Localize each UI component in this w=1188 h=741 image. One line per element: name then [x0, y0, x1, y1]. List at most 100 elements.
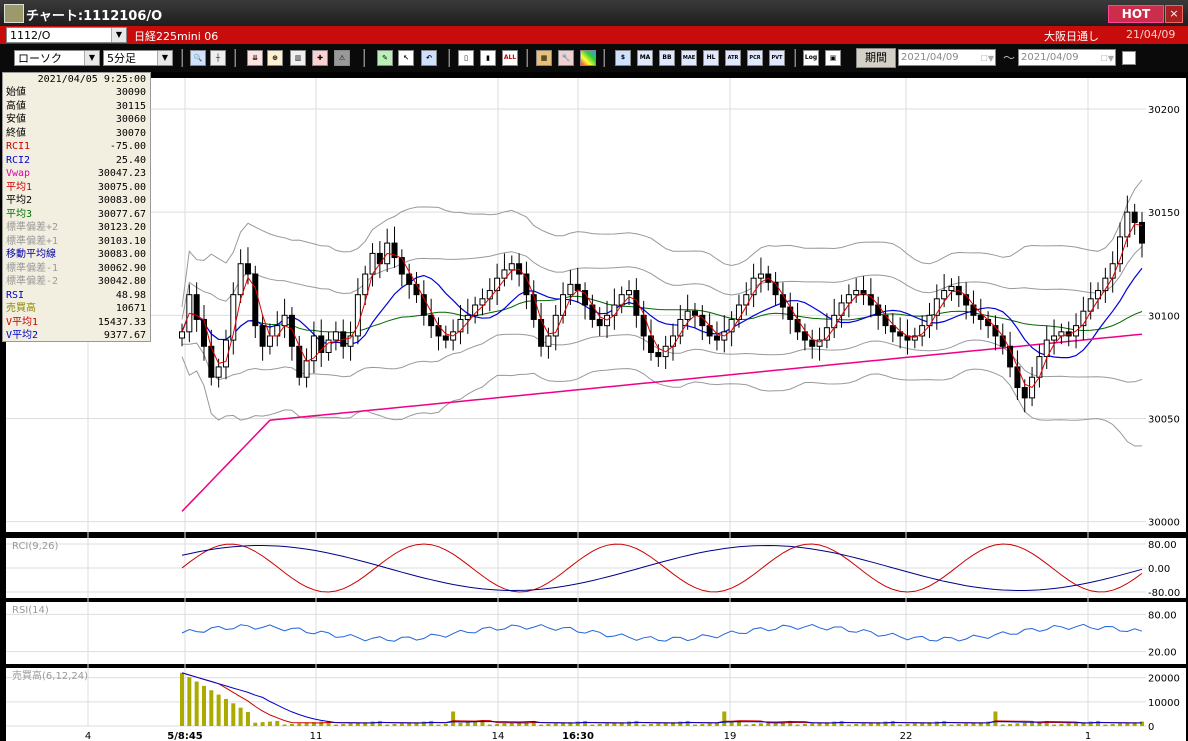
symbol-select[interactable]: 1112/O ▼ — [6, 27, 127, 43]
volume-bar — [898, 724, 903, 726]
data-window-label: V平均2 — [6, 330, 39, 341]
lattice-icon[interactable]: ▦ — [536, 50, 552, 66]
log-icon[interactable]: Log — [803, 50, 819, 66]
volume-bar — [553, 723, 558, 726]
hl-icon[interactable]: HL — [703, 50, 719, 66]
chart-add-icon[interactable]: ✚ — [312, 50, 328, 66]
volume-panel-label: 売買高(6,12,24) — [12, 669, 88, 682]
time-tick-label: 1 — [1085, 731, 1091, 741]
toolbar-separator — [234, 49, 236, 67]
period-checkbox[interactable] — [1122, 51, 1136, 65]
chart-type-select[interactable]: ローソク ▼ — [14, 50, 100, 66]
atr-icon[interactable]: ATR — [725, 50, 741, 66]
chart-area[interactable]: 30200 30150 30100 30050 30000 4 5/8:45 11 14 16:3… — [0, 72, 1188, 741]
candle-body — [310, 335, 317, 362]
data-window: 2021/04/05 9:25:00 始値 30090 高値 30115 安値 30060… — [2, 72, 151, 342]
volume-bar — [751, 723, 756, 726]
date-to-field[interactable]: 2021/04/09 ☐▼ — [1018, 49, 1116, 66]
bars-icon[interactable]: ▥ — [290, 50, 306, 66]
toolbar-separator — [603, 49, 605, 67]
interval-value: 5分足 — [107, 52, 136, 65]
volume-bar — [1052, 724, 1057, 726]
volume-panel — [6, 668, 1146, 726]
volume-bar — [1008, 723, 1013, 726]
chart-toolbar: ローソク ▼ 5分足 ▼ 🔍 ┼ ⇊ ⊕ ▥ ✚ ⚠ ✎ ↖ ↶ ▯ ▮ ALL… — [0, 44, 1188, 72]
data-window-value: 30083.00 — [97, 249, 146, 260]
candle-body — [530, 294, 537, 320]
data-window-row: 標準偏差+2 30123.20 — [3, 221, 150, 235]
mae-icon[interactable]: MAE — [681, 50, 697, 66]
calendar-dropdown-icon[interactable]: ☐▼ — [1092, 51, 1114, 64]
volume-bar — [458, 722, 463, 726]
volume-bar — [377, 720, 382, 726]
hot-button[interactable]: HOT — [1108, 5, 1164, 23]
palette-icon[interactable] — [580, 50, 596, 66]
toolbar-separator — [448, 49, 450, 67]
warning-icon[interactable]: ⚠ — [334, 50, 350, 66]
data-window-row: V平均2 9377.67 — [3, 329, 150, 343]
volume-bar — [297, 723, 302, 726]
ma-icon[interactable]: MA — [637, 50, 653, 66]
data-window-row: 平均2 30083.00 — [3, 194, 150, 208]
volume-bar — [956, 723, 961, 726]
export-icon[interactable]: ▣ — [825, 50, 841, 66]
candle-body — [669, 335, 676, 347]
candle-body — [376, 252, 383, 265]
chevron-down-icon[interactable]: ▼ — [111, 28, 126, 42]
candle-body — [779, 294, 786, 308]
candle-body — [252, 273, 259, 327]
date-from-field[interactable]: 2021/04/09 ☐▼ — [898, 49, 996, 66]
bb-icon[interactable]: BB — [659, 50, 675, 66]
data-window-value: 30075.00 — [97, 181, 146, 193]
volume-bar — [964, 723, 969, 726]
candle-body — [508, 263, 515, 271]
all-icon[interactable]: ALL — [502, 50, 518, 66]
data-window-row: 標準偏差+1 30103.10 — [3, 235, 150, 249]
wrench-icon[interactable]: 🔧 — [558, 50, 574, 66]
period-button[interactable]: 期間 — [856, 48, 896, 68]
data-window-value: 25.40 — [115, 154, 146, 166]
volume-bar — [348, 723, 353, 726]
price-icon[interactable]: $ — [615, 50, 631, 66]
volume-tick-label: 0 — [1148, 722, 1154, 733]
crosshair-icon[interactable]: ┼ — [210, 50, 226, 66]
candle-body — [354, 294, 361, 337]
volume-bar — [341, 723, 346, 726]
volume-bar — [216, 694, 221, 726]
search-icon[interactable]: 🔍 — [190, 50, 206, 66]
depth-icon[interactable]: ⇊ — [247, 50, 263, 66]
calendar-dropdown-icon[interactable]: ☐▼ — [972, 51, 994, 64]
toolbar-separator — [363, 49, 365, 67]
close-button[interactable]: × — [1165, 5, 1183, 23]
pcr-icon[interactable]: PCR — [747, 50, 763, 66]
chevron-down-icon[interactable]: ▼ — [84, 51, 99, 65]
time-tick-label: 14 — [492, 731, 505, 741]
volume-bar — [905, 723, 910, 726]
volume-bar — [605, 723, 610, 726]
arrow-select-icon[interactable]: ↖ — [398, 50, 414, 66]
pvt-icon[interactable]: PVT — [769, 50, 785, 66]
date-range-separator: ～ — [1003, 51, 1016, 65]
candle-body — [831, 314, 838, 329]
data-window-label: 標準偏差+1 — [6, 235, 59, 247]
data-window-label: V平均1 — [6, 316, 39, 328]
rsi-tick-label: 80.00 — [1148, 610, 1177, 621]
zoom-icon[interactable]: ⊕ — [267, 50, 283, 66]
volume-bar — [487, 724, 492, 726]
price-tick-label: 30000 — [1148, 518, 1180, 529]
interval-select[interactable]: 5分足 ▼ — [103, 50, 173, 66]
pen-icon[interactable]: ✎ — [377, 50, 393, 66]
volume-bar — [846, 724, 851, 726]
candle-a-icon[interactable]: ▯ — [458, 50, 474, 66]
candle-b-icon[interactable]: ▮ — [480, 50, 496, 66]
rci-tick-label: 80.00 — [1148, 540, 1177, 551]
time-tick-label: 11 — [310, 731, 323, 741]
data-window-label: RCI1 — [6, 141, 31, 152]
data-window-value: 30060 — [115, 114, 146, 125]
volume-bar — [253, 722, 258, 726]
chevron-down-icon[interactable]: ▼ — [157, 51, 172, 65]
arrow-back-icon[interactable]: ↶ — [421, 50, 437, 66]
volume-tick-label: 20000 — [1148, 674, 1180, 685]
candle-body — [237, 263, 244, 296]
data-window-row: V平均1 15437.33 — [3, 316, 150, 330]
